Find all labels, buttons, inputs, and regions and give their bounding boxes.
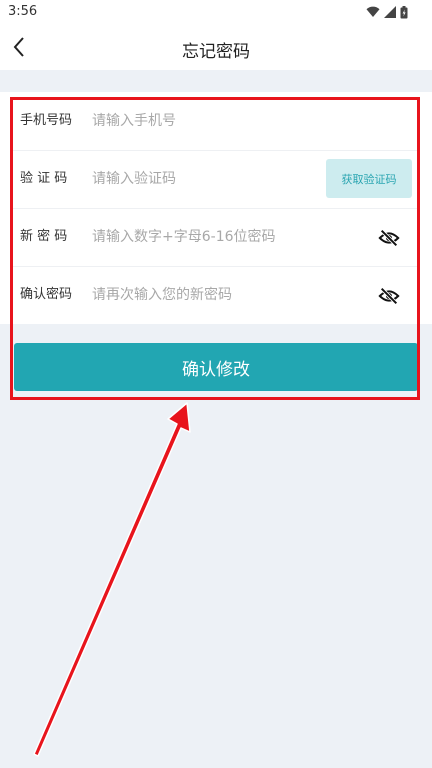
new-password-label: 新 密 码: [20, 229, 68, 244]
nav-bar: 忘记密码: [0, 24, 432, 70]
phone-row: 手机号码: [10, 92, 420, 151]
new-password-row: 新 密 码: [10, 208, 420, 267]
code-label: 验 证 码: [20, 171, 68, 186]
wifi-icon: [366, 6, 380, 17]
confirm-password-label: 确认密码: [20, 287, 73, 302]
status-icons: [366, 5, 408, 19]
form-card: 手机号码 验 证 码 获取验证码 新 密 码 确认密码: [0, 92, 432, 324]
confirm-password-input[interactable]: [92, 280, 322, 310]
signal-icon: [384, 6, 396, 18]
new-password-input[interactable]: [92, 222, 322, 252]
get-code-button[interactable]: 获取验证码: [326, 159, 412, 198]
confirm-password-row: 确认密码: [10, 266, 420, 324]
battery-icon: [400, 5, 408, 18]
phone-input[interactable]: [92, 106, 382, 136]
status-time: 3:56: [8, 4, 38, 19]
eye-off-icon[interactable]: [378, 227, 400, 249]
status-bar: 3:56: [0, 0, 432, 24]
code-row: 验 证 码 获取验证码: [10, 150, 420, 209]
eye-off-icon[interactable]: [378, 285, 400, 307]
phone-label: 手机号码: [20, 113, 73, 128]
code-input[interactable]: [92, 164, 322, 194]
page-title: 忘记密码: [182, 42, 250, 62]
confirm-change-button[interactable]: 确认修改: [14, 343, 418, 391]
